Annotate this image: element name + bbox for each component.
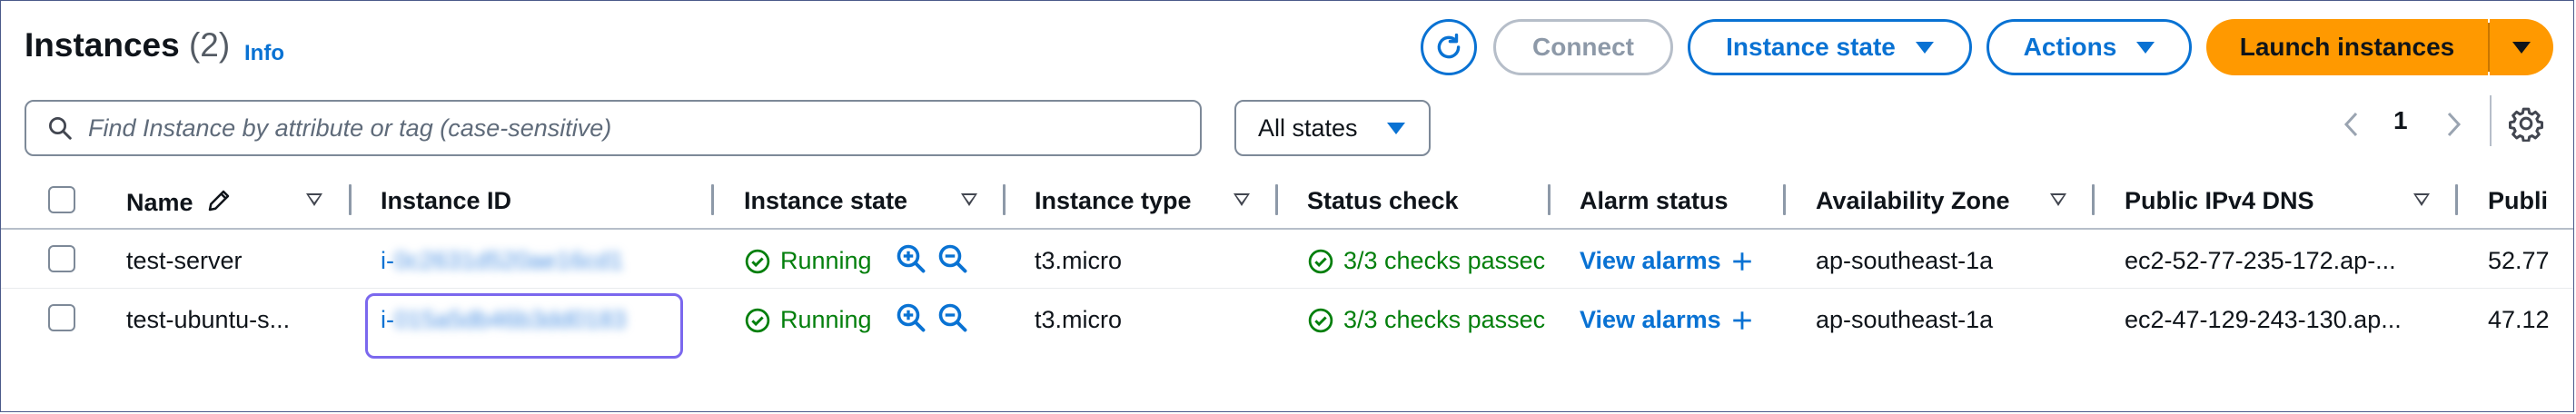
select-all-checkbox[interactable] — [48, 186, 75, 213]
sort-icon[interactable] — [2050, 193, 2066, 206]
instances-panel: Instances (2) Info Connect Instance stat… — [0, 0, 2574, 412]
view-alarms-link[interactable]: View alarms — [1580, 247, 1754, 275]
column-resizer[interactable] — [1548, 184, 1551, 215]
row-divider — [1, 288, 2573, 289]
column-header-availability-zone[interactable]: Availability Zone — [1816, 187, 2010, 215]
check-circle-icon — [1308, 308, 1333, 332]
instance-state: Running — [744, 247, 872, 275]
refresh-icon — [1437, 33, 1461, 59]
instance-name: test-ubuntu-s... — [126, 306, 291, 333]
states-filter-select[interactable]: All states — [1234, 100, 1431, 156]
caret-down-icon — [1387, 122, 1405, 134]
column-resizer[interactable] — [711, 184, 714, 215]
check-circle-icon — [1308, 249, 1333, 273]
caret-down-icon — [1915, 41, 1934, 54]
search-placeholder: Find Instance by attribute or tag (case-… — [88, 113, 612, 142]
title-text: Instances — [25, 26, 180, 64]
column-header-public-ip[interactable]: Publi — [2488, 187, 2548, 215]
column-resizer[interactable] — [1003, 184, 1006, 215]
zoom-in-icon[interactable] — [895, 301, 927, 334]
availability-zone: ap-southeast-1a — [1816, 247, 1994, 274]
chevron-right-icon — [2447, 112, 2462, 137]
column-header-name[interactable]: Name — [126, 187, 233, 217]
zoom-out-icon[interactable] — [936, 301, 969, 334]
row-checkbox[interactable] — [48, 304, 75, 331]
status-check: 3/3 checks passec — [1307, 247, 1545, 275]
instance-id-redacted: 015a5db46b3dd0183 — [394, 306, 627, 333]
next-page-button[interactable] — [2435, 106, 2472, 143]
column-header-instance-id[interactable]: Instance ID — [381, 187, 511, 215]
availability-zone: ap-southeast-1a — [1816, 306, 1994, 333]
page-title: Instances (2) — [25, 26, 230, 64]
chevron-left-icon — [2343, 112, 2358, 137]
instance-name: test-server — [126, 247, 243, 274]
caret-down-icon — [2136, 41, 2155, 54]
instance-state-label: Instance state — [1726, 33, 1896, 61]
sort-icon[interactable] — [1234, 193, 1250, 206]
instance-id-link[interactable]: i-015a5db46b3dd0183 — [381, 306, 626, 334]
connect-button[interactable]: Connect — [1493, 19, 1673, 75]
status-check: 3/3 checks passec — [1307, 306, 1545, 334]
pencil-icon — [208, 190, 230, 212]
info-link[interactable]: Info — [244, 41, 284, 66]
sort-icon[interactable] — [961, 193, 977, 206]
preferences-button[interactable] — [2505, 103, 2547, 144]
column-header-alarm-status[interactable]: Alarm status — [1580, 187, 1729, 215]
connect-label: Connect — [1532, 33, 1634, 61]
toolbar-divider — [2490, 95, 2492, 146]
public-dns: ec2-47-129-243-130.ap... — [2125, 306, 2402, 333]
actions-button[interactable]: Actions — [1986, 19, 2192, 75]
instance-id-link[interactable]: i-0c2631d520ae16cd1 — [381, 247, 623, 275]
search-icon — [49, 117, 72, 140]
zoom-in-icon[interactable] — [895, 242, 927, 275]
public-dns: ec2-52-77-235-172.ap-... — [2125, 247, 2396, 274]
plus-icon — [1732, 251, 1751, 271]
instance-type: t3.micro — [1035, 306, 1123, 333]
column-resizer[interactable] — [349, 184, 352, 215]
instance-id-redacted: 0c2631d520ae16cd1 — [394, 247, 624, 274]
caret-down-icon — [2512, 41, 2531, 54]
launch-label: Launch instances — [2239, 33, 2455, 61]
gear-icon — [2509, 107, 2543, 142]
header-divider — [1, 228, 2573, 230]
sort-icon[interactable] — [306, 193, 322, 206]
page-number[interactable]: 1 — [2393, 106, 2408, 135]
launch-options-button[interactable] — [2490, 19, 2553, 75]
check-circle-icon — [745, 249, 770, 273]
plus-icon — [1732, 310, 1751, 330]
column-resizer[interactable] — [2455, 184, 2458, 215]
sort-icon[interactable] — [2413, 193, 2430, 206]
search-input[interactable]: Find Instance by attribute or tag (case-… — [25, 100, 1202, 156]
actions-label: Actions — [2023, 33, 2117, 61]
column-header-instance-state[interactable]: Instance state — [744, 187, 907, 215]
refresh-button[interactable] — [1421, 19, 1477, 75]
public-ip: 47.12 — [2488, 306, 2550, 333]
prev-page-button[interactable] — [2333, 106, 2370, 143]
check-circle-icon — [745, 308, 770, 332]
states-value: All states — [1258, 113, 1358, 142]
instance-state: Running — [744, 306, 872, 334]
column-resizer[interactable] — [1783, 184, 1786, 215]
instance-state-button[interactable]: Instance state — [1688, 19, 1972, 75]
view-alarms-link[interactable]: View alarms — [1580, 306, 1754, 334]
column-resizer[interactable] — [2092, 184, 2095, 215]
column-header-public-ipv4-dns[interactable]: Public IPv4 DNS — [2125, 187, 2314, 215]
column-header-instance-type[interactable]: Instance type — [1035, 187, 1192, 215]
column-resizer[interactable] — [1275, 184, 1278, 215]
instance-count: (2) — [188, 26, 231, 64]
zoom-out-icon[interactable] — [936, 242, 969, 275]
public-ip: 52.77 — [2488, 247, 2550, 274]
column-header-status-check[interactable]: Status check — [1307, 187, 1459, 215]
row-checkbox[interactable] — [48, 245, 75, 272]
launch-instances-button[interactable]: Launch instances — [2206, 19, 2488, 75]
instance-type: t3.micro — [1035, 247, 1123, 274]
